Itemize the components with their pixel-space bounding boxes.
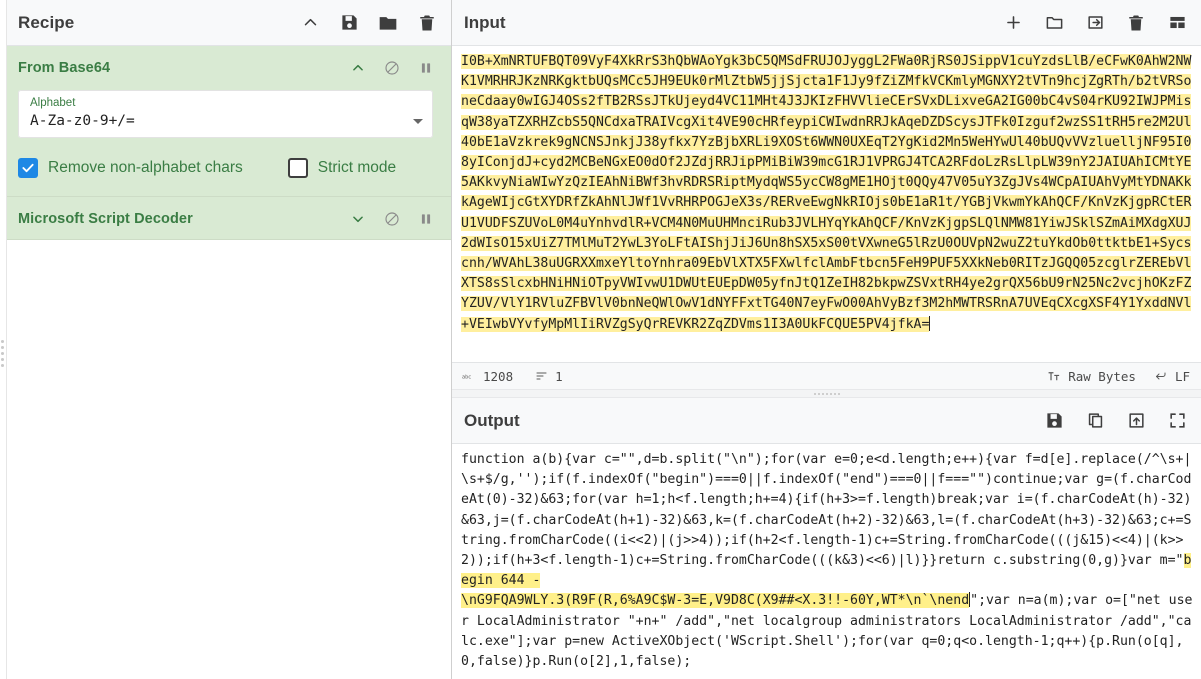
operation-header[interactable]: Microsoft Script Decoder [0,197,451,239]
chevron-down-icon[interactable] [413,119,423,124]
abc-length-icon: abc [462,371,476,382]
output-text[interactable]: function a(b){var c="",d=b.split("\n");f… [452,450,1201,672]
input-lines-status: 1 [535,369,563,384]
save-output-icon[interactable] [1044,411,1064,431]
pane-resize-rail[interactable] [0,0,7,679]
recipe-operation-from-base64[interactable]: From Base64 Alphabet A-Za-z0-9+/= Remove… [0,46,451,197]
splitter-grip-icon [813,392,840,395]
input-encoding-status[interactable]: Raw Bytes [1047,369,1136,384]
checkbox-checked-icon[interactable] [18,158,38,178]
alphabet-field[interactable]: Alphabet A-Za-z0-9+/= [18,90,433,138]
input-editor[interactable]: I0B+XmNRTUFBQT09VyF4XkRrS3hQbWAoYgk3bC5Q… [452,46,1201,362]
recipe-pane: Recipe From Base64 Alphabet A-Za-z0-9+/=… [0,0,452,679]
input-title-bar: Input [452,0,1201,46]
input-status-right: Raw Bytes LF [1047,369,1190,384]
open-folder-as-input-icon[interactable] [1044,13,1064,33]
operation-title: Microsoft Script Decoder [18,211,193,227]
output-header-icons [1044,411,1187,431]
operation-checkboxes: Remove non-alphabet chars Strict mode [18,158,433,178]
disable-operation-icon[interactable] [383,59,401,77]
operation-icons [349,210,435,228]
open-file-as-input-icon[interactable] [1085,13,1105,33]
input-eol-status[interactable]: LF [1154,369,1190,384]
input-eol-value: LF [1174,368,1190,384]
cyberchef-app: Recipe From Base64 Alphabet A-Za-z0-9+/=… [0,0,1201,679]
copy-output-icon[interactable] [1085,411,1105,431]
output-segment-plain: function a(b){var c="",d=b.split("\n");f… [461,452,1192,569]
load-recipe-icon[interactable] [378,13,398,33]
input-encoding-value: Raw Bytes [1068,368,1136,384]
character-encoding-icon [1047,370,1061,383]
text-caret [929,315,931,331]
output-editor[interactable]: function a(b){var c="",d=b.split("\n");f… [452,444,1201,679]
add-input-tab-icon[interactable] [1003,13,1023,33]
replace-input-with-output-icon[interactable] [1126,411,1146,431]
clear-recipe-icon[interactable] [417,13,437,33]
save-recipe-icon[interactable] [339,13,359,33]
rail-grip-icon [1,340,4,367]
input-text[interactable]: I0B+XmNRTUFBQT09VyF4XkRrS3hQbWAoYgk3bC5Q… [452,52,1201,335]
recipe-operation-microsoft-script-decoder[interactable]: Microsoft Script Decoder [0,197,451,240]
maximise-output-icon[interactable] [1167,411,1187,431]
chevron-up-icon[interactable] [349,59,367,77]
output-section: Output function a(b){var c="",d=b.split(… [452,398,1201,679]
input-length-status: abc 1208 [462,369,513,384]
output-title-bar: Output [452,398,1201,444]
reset-pane-layout-icon[interactable] [1167,13,1187,33]
output-title: Output [464,410,520,430]
checkbox-label: Strict mode [317,159,397,176]
operation-icons [349,59,435,77]
recipe-header-icons [300,13,437,33]
breakpoint-icon[interactable] [417,59,435,77]
breakpoint-icon[interactable] [417,210,435,228]
line-count-icon [535,370,548,382]
operation-title: From Base64 [18,60,111,76]
input-text-value[interactable]: I0B+XmNRTUFBQT09VyF4XkRrS3hQbWAoYgk3bC5Q… [461,54,1192,332]
remove-non-alphabet-chars-checkbox[interactable]: Remove non-alphabet chars [18,158,243,178]
input-title: Input [464,12,506,32]
chevron-down-icon[interactable] [349,210,367,228]
io-pane: Input I0B+XmNRTUFBQT09VyF4XkRrS3hQbWAoYg… [0,0,1201,679]
collapse-chevron-icon[interactable] [300,13,320,33]
alphabet-value[interactable]: A-Za-z0-9+/= [30,112,405,131]
recipe-title: Recipe [18,12,75,32]
operation-arguments: Alphabet A-Za-z0-9+/= Remove non-alphabe… [0,88,451,196]
input-header-icons [1003,13,1187,33]
alphabet-label: Alphabet [30,97,76,109]
input-length-value: 1208 [483,368,514,384]
input-lines-value: 1 [555,368,563,384]
clear-io-icon[interactable] [1126,13,1146,33]
recipe-operation-list[interactable]: From Base64 Alphabet A-Za-z0-9+/= Remove… [0,46,451,679]
checkbox-label: Remove non-alphabet chars [48,159,243,176]
recipe-title-bar: Recipe [0,0,451,46]
strict-mode-checkbox[interactable]: Strict mode [287,158,397,178]
input-status-bar: abc 1208 1 Raw Bytes LF [452,362,1201,389]
input-section: Input I0B+XmNRTUFBQT09VyF4XkRrS3hQbWAoYg… [452,0,1201,398]
checkbox-unchecked-icon[interactable] [287,158,308,178]
svg-text:abc: abc [462,374,471,380]
disable-operation-icon[interactable] [383,210,401,228]
operation-header[interactable]: From Base64 [0,46,451,88]
line-ending-icon [1154,370,1168,382]
io-splitter[interactable] [452,389,1201,398]
